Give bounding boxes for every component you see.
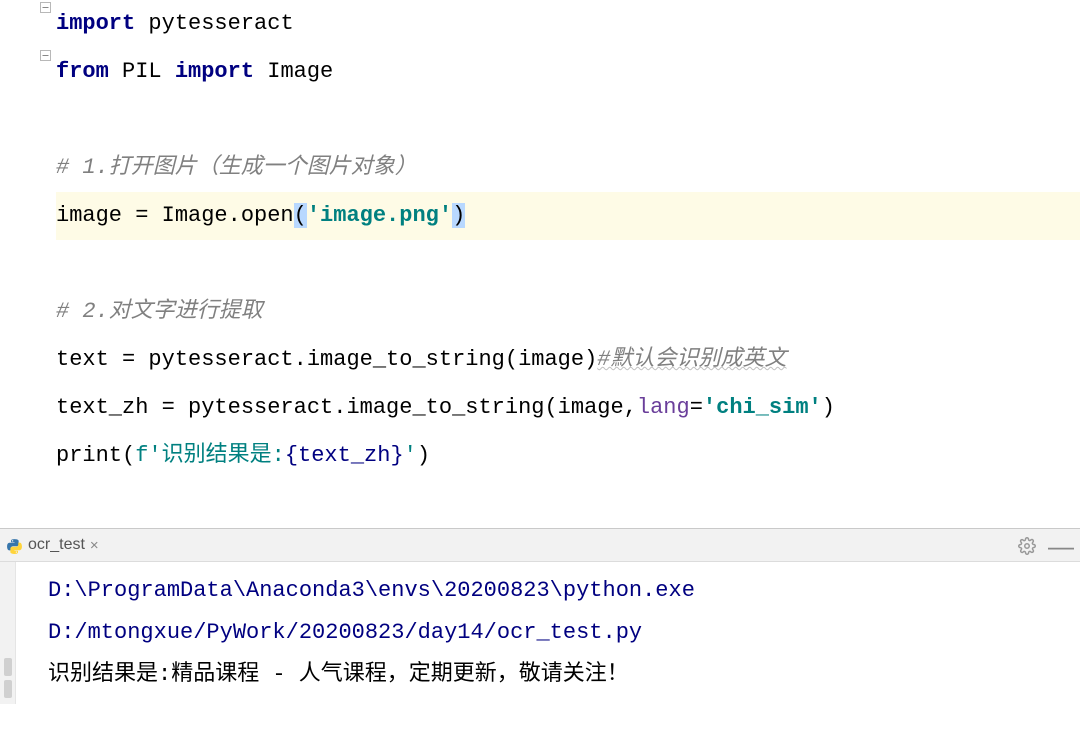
fold-marker-icon[interactable] [40, 50, 51, 61]
gear-icon[interactable] [1018, 537, 1036, 555]
comment: # 1.打开图片（生成一个图片对象） [56, 155, 417, 180]
console-output[interactable]: D:\ProgramData\Anaconda3\envs\20200823\p… [0, 562, 1080, 704]
code-line[interactable]: from PIL import Image [56, 48, 1080, 96]
text: PIL [109, 59, 175, 84]
text: Image [254, 59, 333, 84]
kwarg: lang [637, 395, 690, 420]
code-line[interactable]: # 1.打开图片（生成一个图片对象） [56, 144, 1080, 192]
fstring: ' [404, 443, 417, 468]
code-editor[interactable]: import pytesseract from PIL import Image… [0, 0, 1080, 528]
fold-marker-icon[interactable] [40, 2, 51, 13]
bracket-highlight: ( [294, 203, 307, 228]
keyword: from [56, 59, 109, 84]
console-line: D:\ProgramData\Anaconda3\envs\20200823\p… [48, 570, 1070, 612]
code-line[interactable] [56, 240, 1080, 288]
console-panel: ocr_test × — D:\ProgramData\Anaconda3\en… [0, 528, 1080, 704]
console-line: D:/mtongxue/PyWork/20200823/day14/ocr_te… [48, 612, 1070, 654]
minimize-icon[interactable]: — [1048, 533, 1074, 559]
bracket-highlight: ) [452, 203, 465, 228]
close-icon[interactable]: × [90, 537, 99, 554]
code-line[interactable]: import pytesseract [56, 0, 1080, 48]
code-line[interactable] [56, 480, 1080, 528]
comment: #默认会识别成英文 [597, 347, 786, 372]
string: 'chi_sim' [703, 395, 822, 420]
console-line: 识别结果是:精品课程 - 人气课程，定期更新，敬请关注！ [48, 654, 1070, 696]
code-line[interactable]: text_zh = pytesseract.image_to_string(im… [56, 384, 1080, 432]
code-line[interactable]: # 2.对文字进行提取 [56, 288, 1080, 336]
fstring-expr: {text_zh} [285, 443, 404, 468]
console-tab-label[interactable]: ocr_test [28, 536, 85, 554]
sidebar-stripe [4, 658, 12, 676]
text: text_zh = pytesseract.image_to_string(im… [56, 395, 637, 420]
keyword: import [56, 11, 135, 36]
tabbar-actions: — [1018, 529, 1074, 562]
text: print( [56, 443, 135, 468]
code-line-highlighted[interactable]: image = Image.open('image.png') [56, 192, 1080, 240]
fstring: f'识别结果是: [135, 443, 285, 468]
keyword: import [175, 59, 254, 84]
text: image = Image.open [56, 203, 294, 228]
code-area[interactable]: import pytesseract from PIL import Image… [0, 0, 1080, 528]
console-tabbar: ocr_test × — [0, 529, 1080, 562]
text: text = pytesseract.image_to_string(image… [56, 347, 597, 372]
console-sidebar [0, 562, 16, 704]
console-body: D:\ProgramData\Anaconda3\envs\20200823\p… [0, 562, 1080, 704]
string: 'image.png' [307, 203, 452, 228]
python-icon [6, 537, 23, 554]
text: pytesseract [135, 11, 293, 36]
text: = [690, 395, 703, 420]
text: ) [417, 443, 430, 468]
code-line[interactable]: print(f'识别结果是:{text_zh}') [56, 432, 1080, 480]
text: ) [822, 395, 835, 420]
sidebar-stripe [4, 680, 12, 698]
code-line[interactable] [56, 96, 1080, 144]
comment: # 2.对文字进行提取 [56, 299, 263, 324]
code-line[interactable]: text = pytesseract.image_to_string(image… [56, 336, 1080, 384]
